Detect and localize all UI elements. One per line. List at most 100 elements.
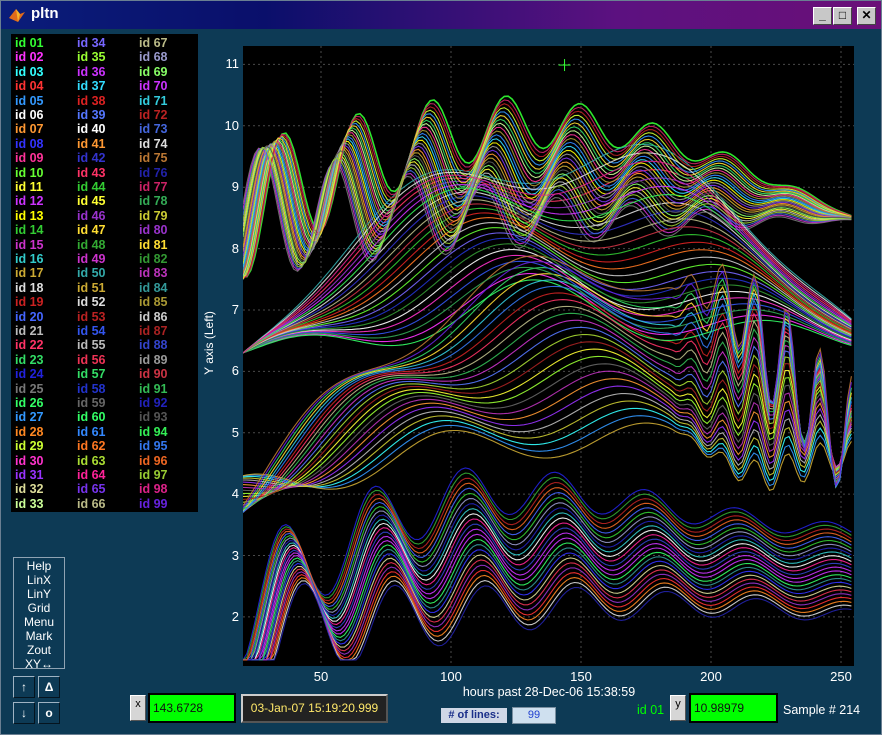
minimize-button[interactable]: _ [813, 7, 832, 25]
legend-item[interactable]: id 45 [77, 194, 106, 208]
legend-item[interactable]: id 54 [77, 324, 106, 338]
help-menu-item[interactable]: Help [14, 559, 64, 573]
legend-item[interactable]: id 52 [77, 295, 106, 309]
legend-item[interactable]: id 74 [139, 137, 168, 151]
legend-item[interactable]: id 34 [77, 36, 106, 50]
linx-menu-item[interactable]: LinX [14, 573, 64, 587]
legend-item[interactable]: id 30 [15, 454, 44, 468]
legend-item[interactable]: id 90 [139, 367, 168, 381]
legend-item[interactable]: id 44 [77, 180, 106, 194]
legend-item[interactable]: id 59 [77, 396, 106, 410]
legend-item[interactable]: id 53 [77, 310, 106, 324]
legend-item[interactable]: id 02 [15, 50, 44, 64]
legend-item[interactable]: id 01 [15, 36, 44, 50]
legend-item[interactable]: id 07 [15, 122, 44, 136]
legend-item[interactable]: id 15 [15, 238, 44, 252]
legend-item[interactable]: id 21 [15, 324, 44, 338]
legend-item[interactable]: id 89 [139, 353, 168, 367]
legend-item[interactable]: id 17 [15, 266, 44, 280]
legend-item[interactable]: id 72 [139, 108, 168, 122]
legend-item[interactable]: id 10 [15, 166, 44, 180]
legend-item[interactable]: id 85 [139, 295, 168, 309]
legend-item[interactable]: id 31 [15, 468, 44, 482]
legend-item[interactable]: id 68 [139, 50, 168, 64]
menu-menu-item[interactable]: Menu [14, 615, 64, 629]
down-arrow-button[interactable]: ↓ [13, 702, 35, 724]
legend-item[interactable]: id 38 [77, 94, 106, 108]
legend-item[interactable]: id 84 [139, 281, 168, 295]
legend-item[interactable]: id 82 [139, 252, 168, 266]
legend-item[interactable]: id 09 [15, 151, 44, 165]
legend-item[interactable]: id 71 [139, 94, 168, 108]
legend-item[interactable]: id 39 [77, 108, 106, 122]
legend-item[interactable]: id 95 [139, 439, 168, 453]
legend-item[interactable]: id 78 [139, 194, 168, 208]
legend-item[interactable]: id 92 [139, 396, 168, 410]
legend-item[interactable]: id 97 [139, 468, 168, 482]
legend-item[interactable]: id 76 [139, 166, 168, 180]
mark-menu-item[interactable]: Mark [14, 629, 64, 643]
legend-item[interactable]: id 26 [15, 396, 44, 410]
legend-item[interactable]: id 20 [15, 310, 44, 324]
legend-item[interactable]: id 99 [139, 497, 168, 511]
legend-item[interactable]: id 03 [15, 65, 44, 79]
legend-item[interactable]: id 22 [15, 338, 44, 352]
legend-item[interactable]: id 69 [139, 65, 168, 79]
legend-item[interactable]: id 79 [139, 209, 168, 223]
legend-item[interactable]: id 64 [77, 468, 106, 482]
grid-menu-item[interactable]: Grid [14, 601, 64, 615]
legend-item[interactable]: id 98 [139, 482, 168, 496]
legend-item[interactable]: id 40 [77, 122, 106, 136]
legend-item[interactable]: id 06 [15, 108, 44, 122]
legend-item[interactable]: id 56 [77, 353, 106, 367]
legend-item[interactable]: id 48 [77, 238, 106, 252]
legend-item[interactable]: id 63 [77, 454, 106, 468]
legend-item[interactable]: id 05 [15, 94, 44, 108]
title-bar[interactable]: pltn _ □ ✕ [1, 1, 881, 29]
series-line[interactable] [243, 385, 852, 488]
legend-item[interactable]: id 04 [15, 79, 44, 93]
legend-item[interactable]: id 77 [139, 180, 168, 194]
legend-item[interactable]: id 51 [77, 281, 106, 295]
close-button[interactable]: ✕ [857, 7, 876, 25]
plot-area[interactable] [243, 46, 854, 666]
legend-item[interactable]: id 70 [139, 79, 168, 93]
legend-item[interactable]: id 96 [139, 454, 168, 468]
legend-item[interactable]: id 49 [77, 252, 106, 266]
up-arrow-button[interactable]: ↑ [13, 676, 35, 698]
legend-item[interactable]: id 25 [15, 382, 44, 396]
legend-item[interactable]: id 94 [139, 425, 168, 439]
legend-item[interactable]: id 73 [139, 122, 168, 136]
legend-item[interactable]: id 81 [139, 238, 168, 252]
legend-item[interactable]: id 50 [77, 266, 106, 280]
x-label-button[interactable]: x [130, 695, 146, 721]
liny-menu-item[interactable]: LinY [14, 587, 64, 601]
legend-item[interactable]: id 43 [77, 166, 106, 180]
legend-item[interactable]: id 24 [15, 367, 44, 381]
legend-item[interactable]: id 27 [15, 410, 44, 424]
legend-item[interactable]: id 91 [139, 382, 168, 396]
legend-item[interactable]: id 37 [77, 79, 106, 93]
legend-item[interactable]: id 41 [77, 137, 106, 151]
legend-item[interactable]: id 36 [77, 65, 106, 79]
legend-item[interactable]: id 62 [77, 439, 106, 453]
legend-item[interactable]: id 14 [15, 223, 44, 237]
origin-button[interactable]: o [38, 702, 60, 724]
legend-item[interactable]: id 19 [15, 295, 44, 309]
xy-swap-menu-item[interactable]: XY↔ [14, 657, 64, 671]
legend-item[interactable]: id 58 [77, 382, 106, 396]
legend-item[interactable]: id 46 [77, 209, 106, 223]
legend-item[interactable]: id 18 [15, 281, 44, 295]
legend-item[interactable]: id 23 [15, 353, 44, 367]
legend-item[interactable]: id 33 [15, 497, 44, 511]
legend-item[interactable]: id 67 [139, 36, 168, 50]
legend-item[interactable]: id 57 [77, 367, 106, 381]
legend-item[interactable]: id 55 [77, 338, 106, 352]
legend-item[interactable]: id 87 [139, 324, 168, 338]
legend-item[interactable]: id 75 [139, 151, 168, 165]
legend-item[interactable]: id 29 [15, 439, 44, 453]
maximize-button[interactable]: □ [833, 7, 852, 25]
crosshair-cursor[interactable] [558, 59, 571, 72]
legend-item[interactable]: id 12 [15, 194, 44, 208]
legend-item[interactable]: id 80 [139, 223, 168, 237]
